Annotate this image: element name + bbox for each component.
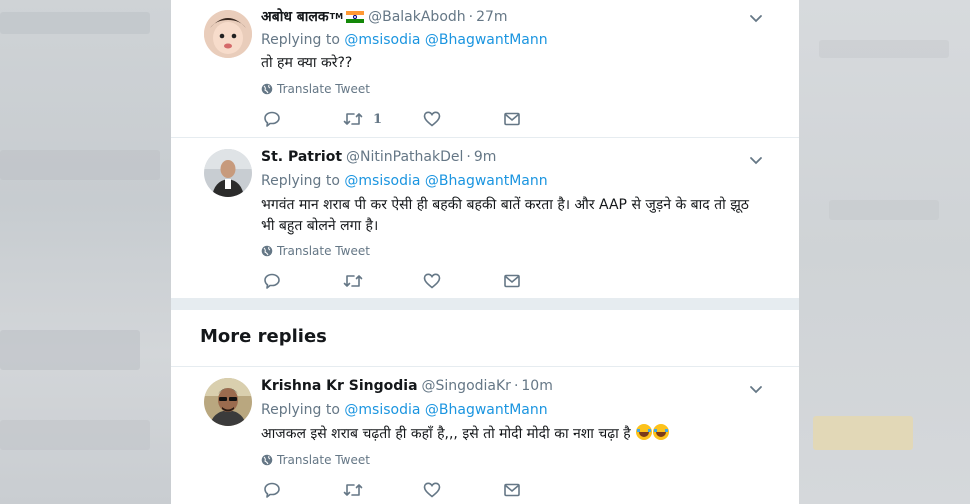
retweet-button[interactable]: 1 <box>343 110 382 128</box>
timestamp[interactable]: 27m <box>476 9 507 25</box>
translate-tweet[interactable]: Translate Tweet <box>261 244 370 258</box>
chevron-down-icon[interactable] <box>748 381 764 397</box>
like-button[interactable] <box>423 481 441 499</box>
reply-icon <box>264 111 280 127</box>
tears-of-joy-emoji <box>653 424 670 440</box>
mention-msisodia[interactable]: @msisodia <box>344 32 420 48</box>
timestamp[interactable]: 10m <box>521 378 552 394</box>
background-right <box>799 0 970 504</box>
separator-dot: · <box>513 378 519 394</box>
reply-icon <box>264 482 280 498</box>
india-flag-icon <box>346 10 365 23</box>
tweet-1[interactable]: अबोध बालक TM @BalakAbodh · 27m Replying t… <box>171 0 799 137</box>
replying-to-label: Replying to <box>261 402 340 418</box>
translate-label[interactable]: Translate Tweet <box>277 244 370 258</box>
background-left <box>0 0 171 504</box>
tweet-actions <box>263 481 533 501</box>
globe-icon <box>261 83 273 95</box>
mention-bhagwantmann[interactable]: @BhagwantMann <box>425 32 548 48</box>
tweet-text: आजकल इसे शराब चढ़ती ही कहाँ है,,, इसे तो… <box>261 424 761 445</box>
tweet-3[interactable]: Krishna Kr Singodia @SingodiaKr · 10m Re… <box>171 367 799 504</box>
tears-of-joy-emoji <box>636 424 653 440</box>
tweet-text: तो हम क्या करे?? <box>261 55 353 71</box>
direct-message-button[interactable] <box>503 481 521 499</box>
separator-dot: · <box>468 8 474 25</box>
reply-icon <box>264 273 280 289</box>
display-name[interactable]: St. Patriot <box>261 149 342 165</box>
tweet-text-body: आजकल इसे शराब चढ़ती ही कहाँ है,,, इसे तो… <box>261 426 631 442</box>
replying-to: Replying to @msisodia @BhagwantMann <box>261 402 548 418</box>
avatar[interactable] <box>204 149 252 197</box>
replying-to-label: Replying to <box>261 173 340 189</box>
like-button[interactable] <box>423 110 441 128</box>
retweet-button[interactable] <box>343 481 363 499</box>
replying-to: Replying to @msisodia @BhagwantMann <box>261 32 548 48</box>
username[interactable]: @SingodiaKr <box>422 378 511 394</box>
retweet-icon <box>343 275 363 287</box>
translate-tweet[interactable]: Translate Tweet <box>261 82 370 96</box>
translate-tweet[interactable]: Translate Tweet <box>261 453 370 467</box>
username[interactable]: @NitinPathakDel <box>346 149 463 165</box>
retweet-button[interactable] <box>343 272 363 290</box>
heart-icon <box>423 273 441 289</box>
avatar[interactable] <box>204 10 252 58</box>
globe-icon <box>261 454 273 466</box>
envelope-icon <box>504 112 520 126</box>
like-button[interactable] <box>423 272 441 290</box>
tweet-2[interactable]: St. Patriot @NitinPathakDel · 9m Replyin… <box>171 138 799 298</box>
chevron-down-icon[interactable] <box>748 10 764 26</box>
replies-panel: अबोध बालक TM @BalakAbodh · 27m Replying t… <box>171 0 799 504</box>
avatar[interactable] <box>204 378 252 426</box>
envelope-icon <box>504 274 520 288</box>
tweet-header: St. Patriot @NitinPathakDel · 9m <box>261 149 496 165</box>
translate-label[interactable]: Translate Tweet <box>277 82 370 96</box>
retweet-icon <box>343 484 363 496</box>
tweet-actions: 1 <box>263 110 533 130</box>
direct-message-button[interactable] <box>503 272 521 290</box>
heart-icon <box>423 111 441 127</box>
reply-button[interactable] <box>263 272 281 290</box>
chevron-down-icon[interactable] <box>748 152 764 168</box>
mention-msisodia[interactable]: @msisodia <box>344 173 420 189</box>
mention-msisodia[interactable]: @msisodia <box>344 402 420 418</box>
separator-dot: · <box>466 149 471 165</box>
mention-bhagwantmann[interactable]: @BhagwantMann <box>425 173 548 189</box>
tweet-header: अबोध बालक TM @BalakAbodh · 27m <box>261 7 508 26</box>
heart-icon <box>423 482 441 498</box>
username[interactable]: @BalakAbodh <box>368 9 466 25</box>
mention-bhagwantmann[interactable]: @BhagwantMann <box>425 402 548 418</box>
translate-label[interactable]: Translate Tweet <box>277 453 370 467</box>
replying-to-label: Replying to <box>261 32 340 48</box>
retweet-icon <box>343 113 363 125</box>
section-gap <box>171 298 799 310</box>
trademark-mark: TM <box>329 12 344 21</box>
tweet-text: भगवंत मान शराब पी कर ऐसी ही बहकी बहकी बा… <box>261 197 749 234</box>
globe-icon <box>261 245 273 257</box>
envelope-icon <box>504 483 520 497</box>
reply-button[interactable] <box>263 481 281 499</box>
more-replies-heading: More replies <box>200 326 327 347</box>
display-name[interactable]: अबोध बालक <box>261 7 329 26</box>
direct-message-button[interactable] <box>503 110 521 128</box>
tweet-actions <box>263 272 533 292</box>
display-name[interactable]: Krishna Kr Singodia <box>261 378 418 394</box>
tweet-header: Krishna Kr Singodia @SingodiaKr · 10m <box>261 378 553 394</box>
replying-to: Replying to @msisodia @BhagwantMann <box>261 173 548 189</box>
retweet-count: 1 <box>373 111 383 127</box>
timestamp[interactable]: 9m <box>474 149 497 165</box>
reply-button[interactable] <box>263 110 281 128</box>
